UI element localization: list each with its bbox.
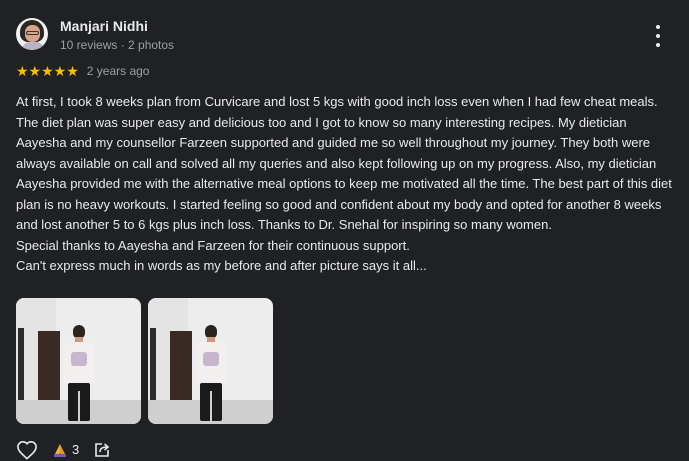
reviewer-info: Manjari Nidhi 10 reviews · 2 photos [60, 17, 174, 53]
like-button[interactable] [16, 440, 38, 460]
review-photo-after[interactable] [148, 298, 273, 424]
review-paragraph: Can't express much in words as my before… [16, 258, 427, 273]
review-text: At first, I took 8 weeks plan from Curvi… [16, 92, 676, 277]
share-icon [95, 443, 110, 457]
heart-icon [17, 440, 37, 460]
rating-row: ★★★★★ 2 years ago [16, 63, 149, 79]
avatar[interactable] [16, 18, 48, 50]
reviewer-name[interactable]: Manjari Nidhi [60, 17, 174, 35]
share-button[interactable] [93, 441, 111, 459]
review-paragraph: At first, I took 8 weeks plan from Curvi… [16, 94, 672, 232]
more-options-icon[interactable] [650, 25, 666, 47]
reviewer-meta: 10 reviews · 2 photos [60, 38, 175, 52]
reviewer-header: Manjari Nidhi 10 reviews · 2 photos [16, 18, 174, 53]
review-paragraph: Special thanks to Aayesha and Farzeen fo… [16, 237, 410, 253]
reaction-button[interactable]: 3 [52, 440, 79, 460]
praying-hands-icon [54, 444, 66, 457]
review-photo-before[interactable] [16, 298, 141, 424]
star-rating: ★★★★★ [16, 63, 79, 79]
review-actions: 3 [16, 440, 111, 460]
review-age: 2 years ago [86, 64, 150, 78]
reaction-count: 3 [72, 442, 80, 457]
